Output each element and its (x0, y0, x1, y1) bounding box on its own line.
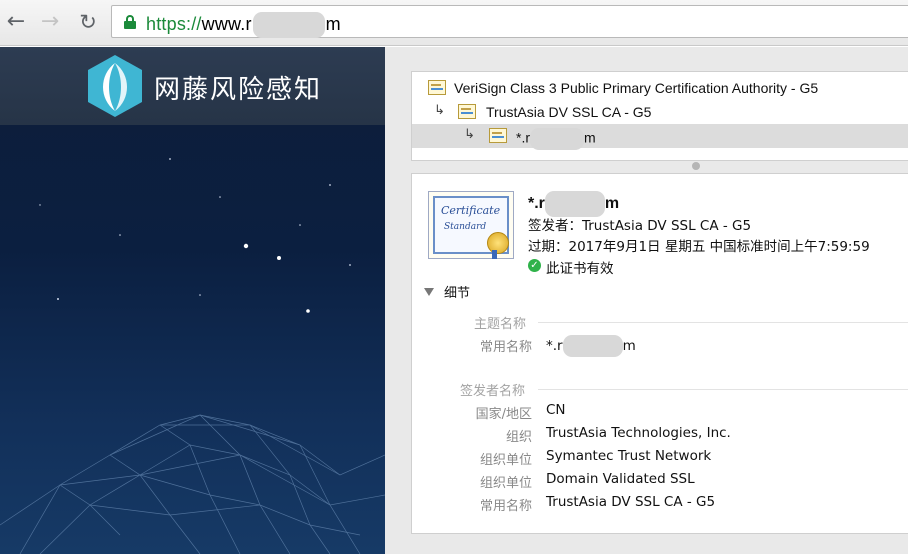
issuer-org-unit-value: Symantec Trust Network (546, 448, 712, 464)
starfield-decoration (0, 158, 385, 554)
divider (538, 322, 908, 323)
chain-item-label: TrustAsia DV SSL CA - G5 (486, 104, 652, 120)
issuer-org-unit-key-2: 组织单位 (479, 476, 532, 491)
tree-branch-icon: ↳ (434, 103, 445, 118)
browser-toolbar: ← → ↻ https://www.r m (0, 0, 908, 46)
certificate-image-text: Certificate (441, 204, 501, 217)
issuer-name-heading: 签发者名称 (460, 384, 526, 399)
leaf-name-suffix: m (584, 129, 596, 146)
forward-arrow-icon[interactable]: → (38, 10, 62, 34)
website-background: 网藤风险感知 (0, 47, 385, 554)
details-label: 细节 (444, 286, 471, 301)
issuer-org-unit-key: 组织单位 (479, 453, 532, 468)
certificate-chain-list: VeriSign Class 3 Public Primary Certific… (411, 71, 908, 161)
issuer-line: 签发者：TrustAsia DV SSL CA - G5 (528, 218, 752, 234)
redaction-mask (530, 128, 584, 150)
pane-splitter-handle[interactable] (692, 162, 700, 170)
issuer-common-name-value: TrustAsia DV SSL CA - G5 (546, 494, 716, 510)
lock-icon[interactable] (124, 15, 136, 29)
issuer-country-value: CN (546, 402, 566, 418)
issuer-common-name-key: 常用名称 (479, 499, 532, 514)
valid-check-icon: ✓ (528, 259, 541, 272)
seal-icon (487, 232, 509, 259)
chain-item-root[interactable]: VeriSign Class 3 Public Primary Certific… (412, 76, 908, 100)
cert-name-suffix: m (604, 195, 620, 213)
expiry-line: 过期：2017年9月1日 星期五 中国标准时间上午7:59:59 (528, 239, 870, 255)
logo-icon (88, 55, 142, 117)
issuer-organization-key: 组织 (505, 430, 532, 445)
certificate-icon (489, 128, 507, 143)
subject-name-heading: 主题名称 (474, 317, 527, 332)
address-bar[interactable]: https://www.r m (111, 5, 908, 38)
disclosure-triangle-icon (424, 288, 434, 296)
certificate-detail-pane: Certificate Standard *.r m 签发者：TrustAsia … (411, 173, 908, 534)
issuer-country-key: 国家/地区 (475, 407, 532, 422)
certificate-image-subtext: Standard (444, 222, 487, 232)
url-scheme: https:// (146, 13, 202, 34)
common-name-suffix: m (622, 338, 636, 354)
issuer-organization-value: TrustAsia Technologies, Inc. (546, 425, 731, 441)
subject-common-name-key: 常用名称 (479, 340, 532, 355)
reload-icon[interactable]: ↻ (76, 10, 100, 34)
certificate-large-icon: Certificate Standard (428, 191, 514, 259)
redaction-mask (252, 12, 325, 38)
back-arrow-icon[interactable]: ← (4, 10, 28, 34)
url-text[interactable]: https://www.r m (146, 12, 341, 38)
details-disclosure-toggle[interactable]: 细节 (424, 282, 470, 301)
brand-name: 网藤风险感知 (154, 75, 323, 105)
chain-item-leaf[interactable]: ↳ *.r m (412, 124, 908, 150)
validity-status: 此证书有效 (546, 261, 614, 277)
common-name-prefix: *.r (546, 338, 563, 354)
cert-name-prefix: *.r (528, 195, 545, 213)
url-host-prefix: www.r (201, 13, 252, 34)
tree-branch-icon: ↳ (464, 127, 475, 142)
chain-item-label: *.r m (516, 128, 596, 150)
issuer-org-unit-value-2: Domain Validated SSL (546, 471, 695, 487)
redaction-mask (562, 335, 623, 357)
leaf-name-prefix: *.r (516, 129, 530, 146)
divider (538, 389, 908, 390)
chain-item-label: VeriSign Class 3 Public Primary Certific… (454, 80, 819, 96)
subject-common-name-value: *.r m (546, 335, 636, 357)
chain-item-intermediate[interactable]: ↳ TrustAsia DV SSL CA - G5 (412, 100, 908, 124)
url-host-suffix: m (325, 13, 341, 34)
site-header: 网藤风险感知 (0, 47, 385, 125)
certificate-icon (428, 80, 446, 95)
certificate-viewer: VeriSign Class 3 Public Primary Certific… (385, 47, 908, 554)
certificate-icon (458, 104, 476, 119)
